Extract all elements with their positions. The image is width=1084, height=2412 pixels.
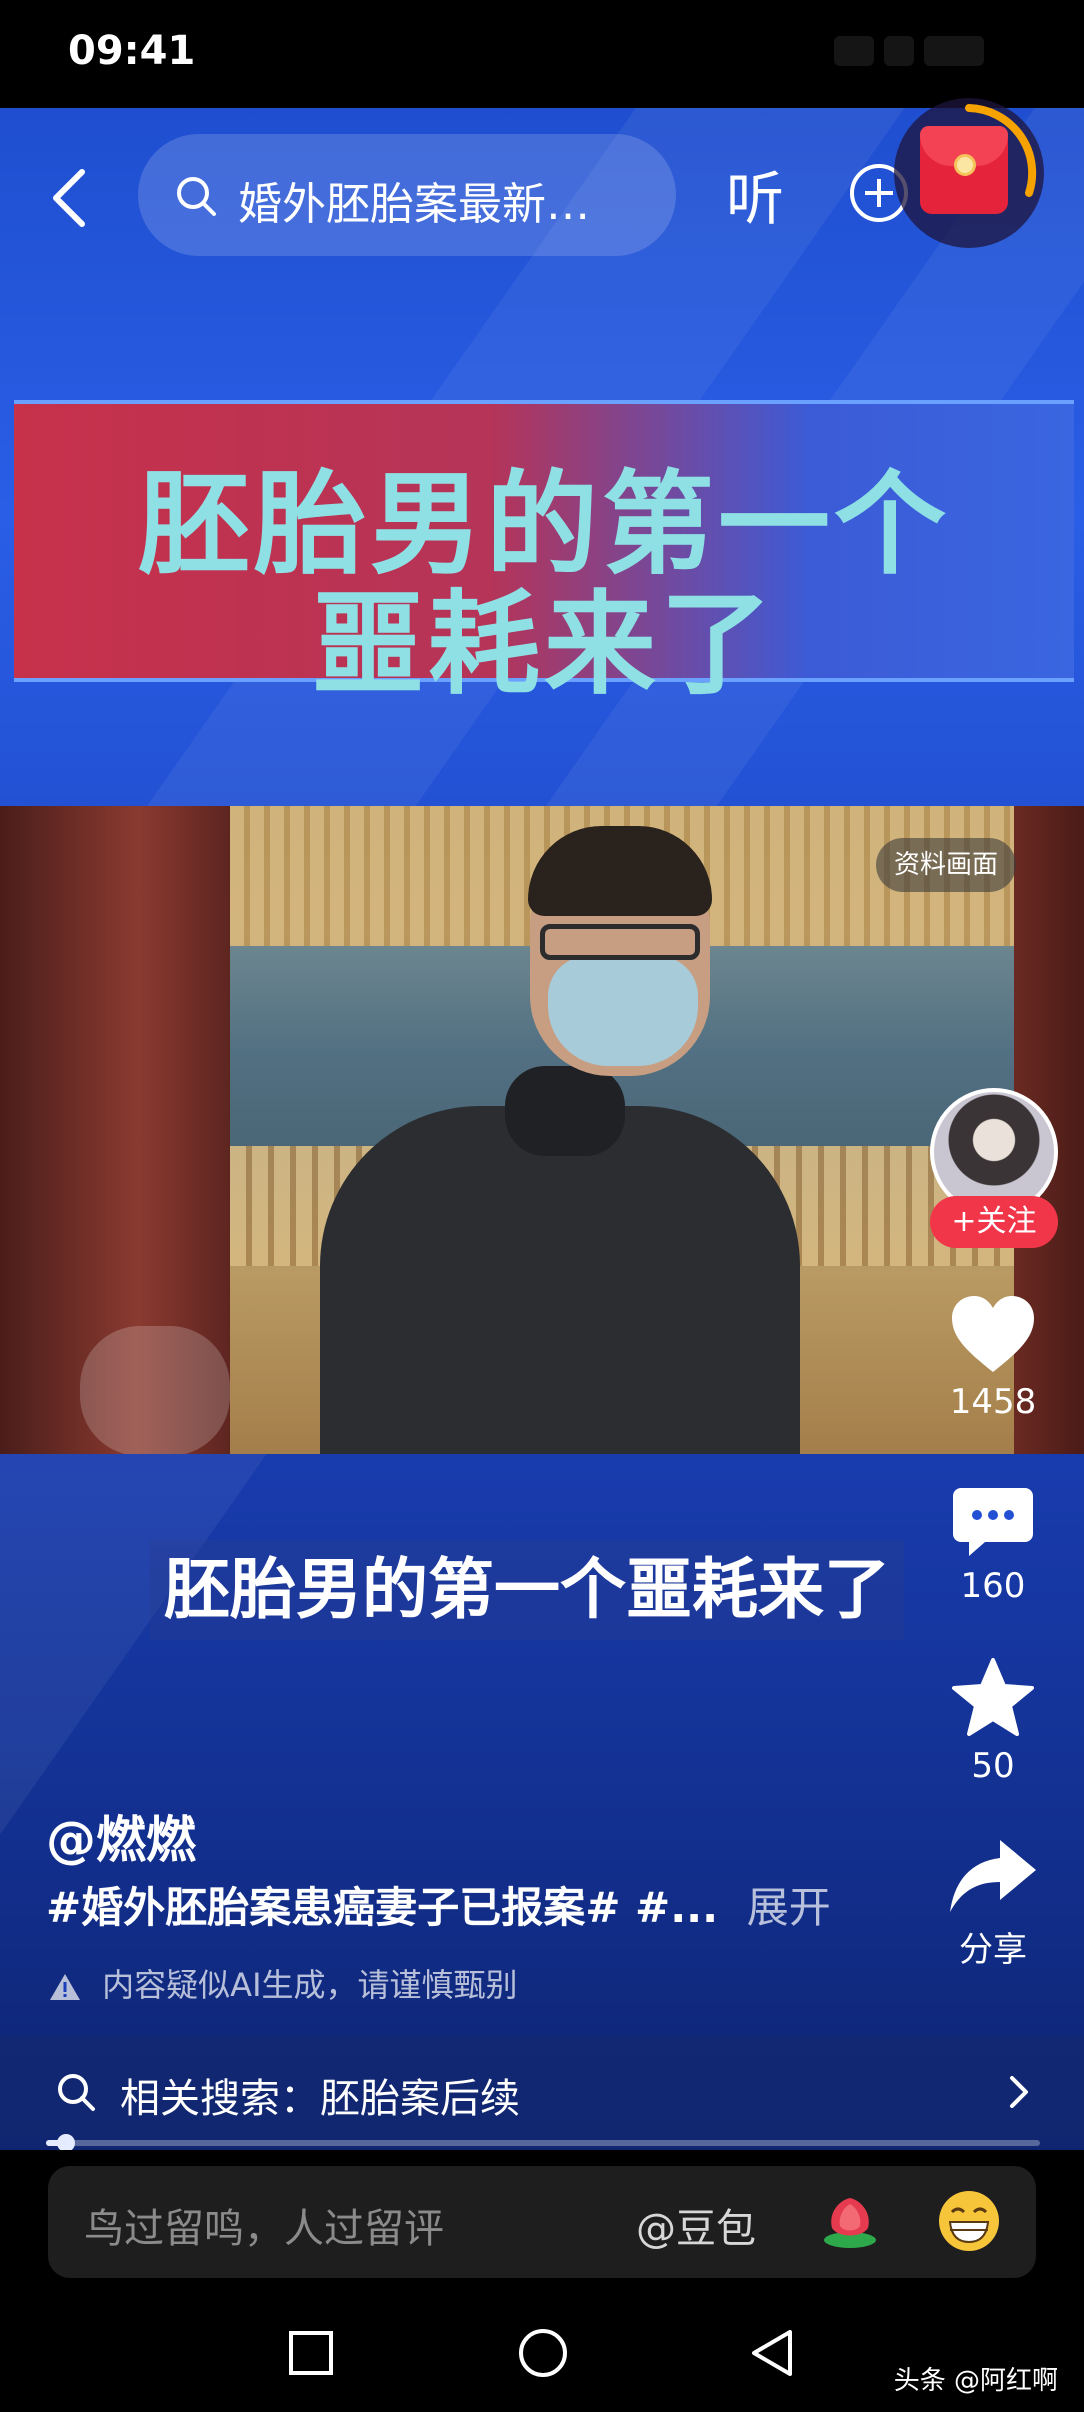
chevron-left-icon xyxy=(53,169,85,227)
comment-input[interactable]: 鸟过留鸣，人过留评 @豆包 xyxy=(48,2166,1036,2278)
comment-bubble-icon xyxy=(953,1488,1033,1556)
ai-notice: 内容疑似AI生成，请谨慎甄别 xyxy=(48,1960,518,2006)
comment-count: 160 xyxy=(960,1566,1026,1606)
heart-icon xyxy=(952,1296,1034,1372)
red-packet-button[interactable] xyxy=(894,98,1044,248)
headline-line-2: 噩耗来了 xyxy=(312,580,776,710)
back-button[interactable] xyxy=(40,158,100,238)
search-input[interactable]: 婚外胚胎案最新… xyxy=(138,134,676,256)
watermark: 头条 @阿红啊 xyxy=(893,2366,1058,2396)
red-packet-icon xyxy=(920,126,1008,214)
video-photo xyxy=(0,806,1084,1454)
favorite-button[interactable]: 50 xyxy=(928,1656,1058,1786)
related-search-text: 相关搜索：胚胎案后续 xyxy=(120,2076,520,2122)
video-caption: 胚胎男的第一个噩耗来了 xyxy=(150,1540,904,1640)
video-progress-bar[interactable] xyxy=(46,2134,1040,2152)
headline-banner: 胚胎男的第一个 噩耗来了 xyxy=(14,400,1074,710)
comment-bar: 鸟过留鸣，人过留评 @豆包 xyxy=(0,2150,1084,2292)
warning-icon xyxy=(50,1974,80,2000)
share-label: 分享 xyxy=(959,1930,1027,1970)
favorite-count: 50 xyxy=(971,1746,1015,1786)
expand-link[interactable]: 展开 xyxy=(747,1883,831,1932)
search-icon xyxy=(58,2074,95,2111)
star-icon xyxy=(952,1658,1034,1736)
follow-button[interactable]: +关注 xyxy=(930,1196,1058,1248)
like-button[interactable]: 1458 xyxy=(928,1292,1058,1422)
share-button[interactable]: 分享 xyxy=(928,1836,1058,1971)
ai-notice-text: 内容疑似AI生成，请谨慎甄别 xyxy=(102,1966,518,2004)
home-icon[interactable] xyxy=(516,2326,570,2380)
description-text: #婚外胚胎案患癌妻子已报案# #... xyxy=(46,1883,719,1932)
flower-emoji-icon[interactable] xyxy=(818,2188,882,2252)
comment-button[interactable]: 160 xyxy=(928,1484,1058,1606)
recents-icon[interactable] xyxy=(284,2326,338,2380)
status-time: 09:41 xyxy=(68,28,196,74)
related-search-bar[interactable]: 相关搜索：胚胎案后续 xyxy=(0,2036,1084,2148)
status-bar: 09:41 xyxy=(0,0,1084,108)
status-icons xyxy=(824,36,1024,70)
chevron-right-icon xyxy=(1010,2076,1028,2108)
search-query-text: 婚外胚胎案最新… xyxy=(238,179,590,230)
like-count: 1458 xyxy=(949,1382,1037,1422)
share-arrow-icon xyxy=(950,1840,1036,1912)
search-icon xyxy=(177,177,216,216)
back-triangle-icon[interactable] xyxy=(746,2326,800,2380)
mention-button[interactable]: @豆包 xyxy=(636,2196,756,2254)
source-tag: 资料画面 xyxy=(876,838,1017,892)
comment-placeholder: 鸟过留鸣，人过留评 xyxy=(84,2206,444,2252)
listen-button[interactable]: 听 xyxy=(726,152,784,236)
author-name[interactable]: @燃燃 xyxy=(46,1800,196,1872)
post-description[interactable]: #婚外胚胎案患癌妻子已报案# #... 展开 xyxy=(46,1874,831,1935)
grin-emoji-icon[interactable] xyxy=(936,2188,1002,2254)
